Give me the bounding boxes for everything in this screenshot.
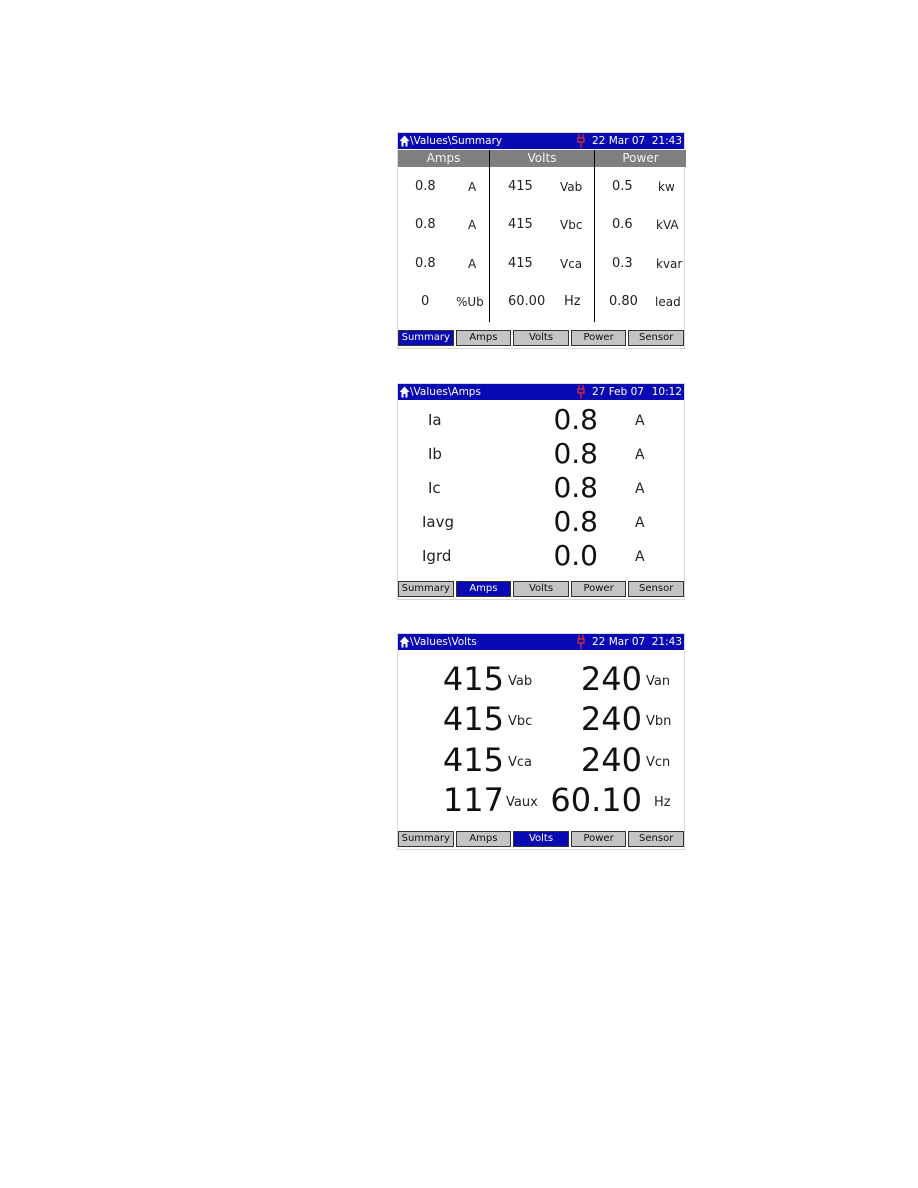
plug-icon (577, 385, 585, 399)
volts-value: 60.00 (508, 294, 546, 309)
current-unit: A (635, 515, 645, 531)
title-bar: \Values\Amps 27 Feb 07 10:12 (398, 384, 684, 400)
phase-voltage-value: 240 (580, 700, 642, 738)
date-display: 22 Mar 07 (592, 135, 646, 147)
tab-sensor[interactable]: Sensor (628, 330, 684, 346)
home-icon[interactable] (399, 386, 410, 398)
phase-label: Ib (428, 445, 442, 463)
tab-bar: Summary Amps Volts Power Sensor (398, 831, 684, 848)
column-header-power: Power (595, 150, 686, 167)
power-value: 0.3 (612, 256, 633, 271)
summary-screen: \Values\Summary 22 Mar 07 21:43 Amps Vol… (397, 132, 686, 349)
current-value: 0.8 (553, 471, 598, 504)
amps-unit: A (468, 257, 477, 271)
tab-bar: Summary Amps Volts Power Sensor (398, 330, 684, 347)
tab-sensor[interactable]: Sensor (628, 831, 684, 847)
plug-icon (577, 134, 585, 148)
tab-volts[interactable]: Volts (513, 831, 569, 847)
phase-voltage-unit: Van (646, 674, 671, 689)
aux-voltage-value: 117 (442, 781, 504, 819)
current-unit: A (635, 549, 645, 565)
current-value: 0.8 (553, 403, 598, 436)
current-value: 0.8 (553, 437, 598, 470)
tab-amps[interactable]: Amps (455, 831, 512, 847)
title-bar: \Values\Summary 22 Mar 07 21:43 (398, 133, 684, 149)
phase-voltage-value: 240 (580, 741, 642, 779)
volts-unit: Vab (560, 180, 583, 194)
amps-screen: \Values\Amps 27 Feb 07 10:12 Ia 0.8 A Ib… (397, 383, 685, 600)
current-unit: A (635, 413, 645, 429)
title-bar: \Values\Volts 22 Mar 07 21:43 (398, 634, 684, 650)
amps-value: 0 (421, 294, 430, 309)
tab-bar: Summary Amps Volts Power Sensor (398, 581, 684, 598)
date-display: 27 Feb 07 (592, 386, 644, 398)
frequency-value: 60.10 (550, 781, 642, 819)
time-display: 21:43 (651, 135, 682, 147)
time-display: 21:43 (651, 636, 682, 648)
column-divider (489, 150, 490, 322)
amps-value: 0.8 (415, 179, 436, 194)
phase-label: Iavg (422, 513, 455, 531)
phase-voltage-unit: Vcn (646, 755, 671, 770)
current-value: 0.8 (553, 505, 598, 538)
tab-power[interactable]: Power (570, 831, 627, 847)
power-value: 0.80 (609, 294, 638, 309)
frequency-unit: Hz (654, 795, 671, 810)
phase-label: Igrd (422, 547, 452, 565)
column-header-volts: Volts (490, 150, 594, 167)
volts-unit: Vca (560, 257, 583, 271)
phase-label: Ia (428, 411, 442, 429)
line-voltage-unit: Vab (508, 674, 533, 689)
tab-summary[interactable]: Summary (398, 581, 454, 597)
line-voltage-value: 415 (442, 660, 504, 698)
phase-voltage-value: 240 (580, 660, 642, 698)
current-unit: A (635, 447, 645, 463)
breadcrumb-path: \Values\Amps (410, 386, 481, 398)
home-icon[interactable] (399, 636, 410, 648)
amps-unit: %Ub (456, 295, 484, 309)
current-value: 0.0 (553, 539, 598, 572)
tab-volts[interactable]: Volts (513, 581, 569, 597)
tab-power[interactable]: Power (570, 330, 627, 346)
phase-voltage-unit: Vbn (646, 714, 672, 729)
column-header-amps: Amps (398, 150, 489, 167)
volts-unit: Vbc (560, 218, 583, 232)
amps-value: 0.8 (415, 217, 436, 232)
plug-icon (577, 635, 585, 649)
phase-label: Ic (428, 479, 441, 497)
volts-unit: Hz (564, 294, 581, 309)
time-display: 10:12 (651, 386, 682, 398)
volts-screen: \Values\Volts 22 Mar 07 21:43 415 Vab 24… (397, 633, 685, 850)
column-divider (594, 150, 595, 322)
volts-value: 415 (508, 179, 533, 194)
tab-sensor[interactable]: Sensor (628, 581, 684, 597)
home-icon[interactable] (399, 135, 410, 147)
tab-summary[interactable]: Summary (398, 831, 454, 847)
date-display: 22 Mar 07 (592, 636, 646, 648)
breadcrumb-path: \Values\Volts (410, 636, 477, 648)
power-unit: lead (655, 295, 681, 309)
volts-value: 415 (508, 256, 533, 271)
power-value: 0.6 (612, 217, 633, 232)
current-unit: A (635, 481, 645, 497)
line-voltage-value: 415 (442, 741, 504, 779)
volts-value: 415 (508, 217, 533, 232)
power-unit: kw (658, 180, 675, 194)
amps-unit: A (468, 218, 477, 232)
tab-summary[interactable]: Summary (398, 330, 454, 346)
line-voltage-unit: Vca (508, 755, 533, 770)
line-voltage-unit: Vbc (508, 714, 533, 729)
tab-amps[interactable]: Amps (455, 330, 512, 346)
breadcrumb-path: \Values\Summary (410, 135, 503, 147)
power-value: 0.5 (612, 179, 633, 194)
tab-volts[interactable]: Volts (513, 330, 569, 346)
line-voltage-value: 415 (442, 700, 504, 738)
amps-value: 0.8 (415, 256, 436, 271)
tab-power[interactable]: Power (570, 581, 627, 597)
power-unit: kvar (656, 257, 683, 271)
aux-voltage-unit: Vaux (506, 795, 538, 810)
tab-amps[interactable]: Amps (455, 581, 512, 597)
power-unit: kVA (656, 218, 679, 232)
amps-unit: A (468, 180, 477, 194)
